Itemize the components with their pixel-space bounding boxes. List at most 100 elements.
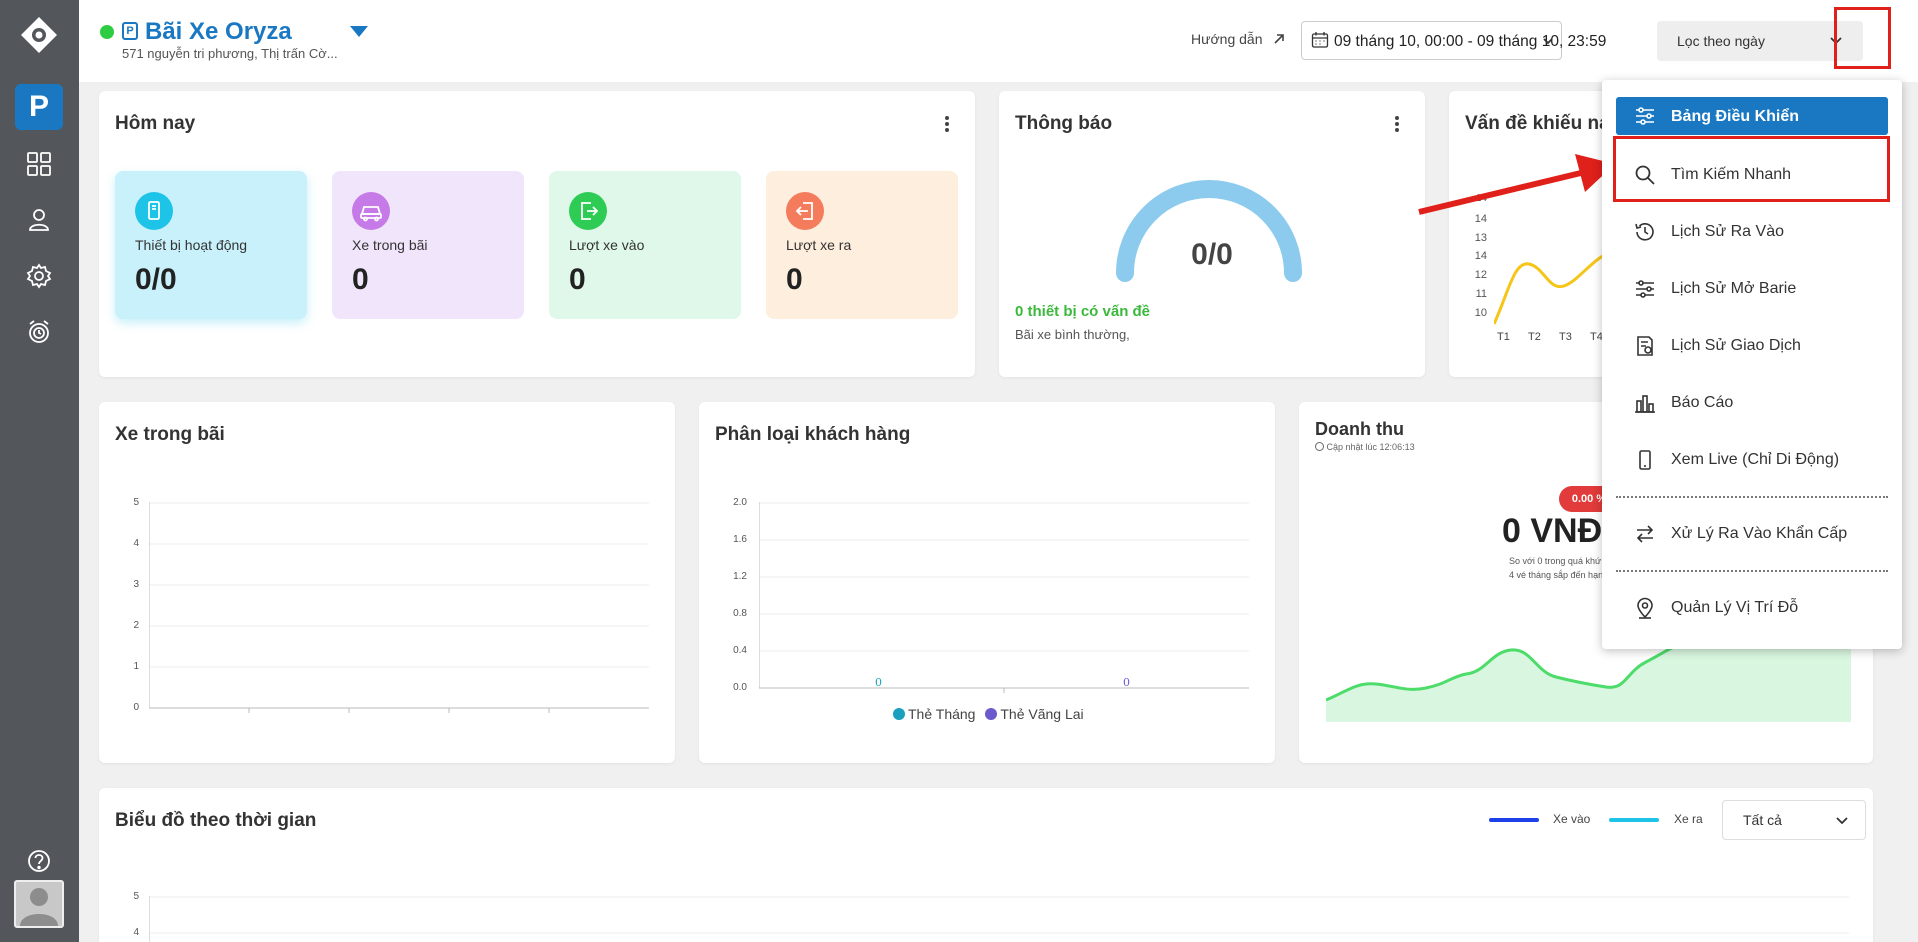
y-tick: 1 <box>133 661 139 672</box>
y-tick: 2.0 <box>733 497 747 508</box>
vehicles-card: Xe trong bãi 5 4 3 2 1 0 <box>99 402 675 763</box>
chevron-down-icon <box>1836 817 1848 825</box>
legend-out-line <box>1609 818 1659 822</box>
parking-badge-icon: P <box>122 22 138 40</box>
y-tick: 5 <box>133 497 139 508</box>
logo-icon[interactable] <box>19 15 59 55</box>
legend-in[interactable]: Xe vào <box>1553 812 1590 826</box>
clock-history-icon[interactable] <box>25 318 53 346</box>
legend-dot <box>893 708 905 720</box>
menu-item-transaction-history[interactable]: Lịch Sử Giao Dịch <box>1616 324 1888 366</box>
tile-exits: Lượt xe ra 0 <box>766 171 958 319</box>
y-tick: 4 <box>133 538 139 549</box>
legend-monthly[interactable]: Thẻ Tháng <box>908 706 975 722</box>
user-icon[interactable] <box>25 206 53 234</box>
tile-label: Xe trong bãi <box>352 237 428 253</box>
tile-devices: Thiết bị hoạt động 0/0 <box>115 171 307 319</box>
menu-item-label: Xử Lý Ra Vào Khẩn Cấp <box>1671 525 1848 542</box>
data-label-monthly: 0 <box>875 676 882 689</box>
customers-title: Phân loại khách hàng <box>715 424 911 445</box>
revenue-updated: Cập nhật lúc 12:06:13 <box>1315 442 1415 452</box>
history-icon <box>1635 223 1654 241</box>
tile-value: 0/0 <box>135 263 177 296</box>
sliders-icon <box>1636 280 1654 298</box>
timeline-title: Biểu đồ theo thời gian <box>115 810 317 831</box>
y-tick: 4 <box>133 927 139 938</box>
timeline-select-value: Tất cả <box>1743 812 1782 828</box>
menu-item-live-view[interactable]: Xem Live (Chỉ Di Động) <box>1616 438 1888 480</box>
help-icon[interactable] <box>25 847 53 875</box>
notify-more-icon[interactable] <box>1394 114 1400 134</box>
date-range-text: 09 tháng 10, 00:00 - 09 tháng 10, 23:59 <box>1334 33 1607 50</box>
y-tick: 14 <box>1474 250 1487 262</box>
swap-icon <box>1636 525 1654 543</box>
clock-icon <box>1315 442 1324 451</box>
x-tick: T4 <box>1590 331 1603 343</box>
tile-entries: Lượt xe vào 0 <box>549 171 741 319</box>
guide-link[interactable]: Hướng dẫn <box>1191 31 1262 47</box>
top-header: P Bãi Xe Oryza 571 nguyễn tri phương, Th… <box>79 0 1918 82</box>
menu-item-reports[interactable]: Báo Cáo <box>1616 381 1888 423</box>
external-arrow-icon[interactable] <box>1272 32 1286 46</box>
date-range-picker[interactable]: 09 tháng 10, 00:00 - 09 tháng 10, 23:59 <box>1301 21 1606 60</box>
grid-icon[interactable] <box>25 150 53 178</box>
menu-item-label: Lịch Sử Giao Dịch <box>1671 337 1801 354</box>
menu-separator <box>1616 570 1888 572</box>
location-pin-icon <box>1637 597 1653 619</box>
gear-icon[interactable] <box>25 262 53 290</box>
legend-dot <box>985 708 998 720</box>
menu-item-label: Lịch Sử Mở Barie <box>1671 280 1797 297</box>
menu-item-entry-history[interactable]: Lịch Sử Ra Vào <box>1616 210 1888 252</box>
timeline-chart-grid <box>149 896 1849 942</box>
y-tick: 2 <box>133 620 139 631</box>
y-tick: 10 <box>1474 307 1487 319</box>
avatar[interactable] <box>14 880 64 928</box>
y-tick: 11 <box>1475 288 1487 300</box>
y-tick: 0.0 <box>733 682 747 693</box>
legend-out[interactable]: Xe ra <box>1674 812 1703 826</box>
y-tick: 0.4 <box>733 645 747 656</box>
y-tick: 12 <box>1474 269 1487 281</box>
tile-value: 0 <box>786 263 803 296</box>
customers-card: Phân loại khách hàng 2.0 1.6 1.2 0.8 0.4… <box>699 402 1275 763</box>
menu-item-dashboard[interactable]: Bảng Điều Khiển <box>1616 97 1888 135</box>
menu-item-parking-spots[interactable]: Quản Lý Vị Trí Đỗ <box>1616 586 1888 628</box>
menu-item-emergency[interactable]: Xử Lý Ra Vào Khẩn Cấp <box>1616 512 1888 554</box>
menu-item-label: Bảng Điều Khiển <box>1671 108 1800 125</box>
lot-dropdown-caret-icon[interactable] <box>350 26 368 37</box>
x-tick: T2 <box>1528 331 1541 343</box>
menu-separator <box>1616 496 1888 498</box>
y-tick: 0.8 <box>733 608 747 619</box>
customers-legend: Thẻ Tháng Thẻ Vãng Lai <box>893 706 1084 722</box>
exit-icon <box>786 192 824 230</box>
status-dot <box>100 25 114 39</box>
legend-visitor[interactable]: Thẻ Vãng Lai <box>1000 706 1083 722</box>
menu-item-label: Xem Live (Chỉ Di Động) <box>1671 451 1840 468</box>
revenue-note-2: 4 vé tháng sắp đến hạn <box>1509 570 1604 580</box>
highlight-box-search <box>1613 136 1890 202</box>
tile-vehicles: Xe trong bãi 0 <box>332 171 524 319</box>
menu-item-barrier-history[interactable]: Lịch Sử Mở Barie <box>1616 267 1888 309</box>
x-tick: T3 <box>1559 331 1572 343</box>
lot-name[interactable]: Bãi Xe Oryza <box>145 18 292 46</box>
filter-select[interactable]: Lọc theo ngày <box>1657 21 1863 61</box>
legend-in-line <box>1489 818 1539 822</box>
menu-item-label: Lịch Sử Ra Vào <box>1671 223 1784 240</box>
chevron-down-icon <box>1543 38 1553 45</box>
tile-label: Thiết bị hoạt động <box>135 237 248 253</box>
mobile-icon <box>1639 450 1651 470</box>
today-more-icon[interactable] <box>944 114 950 134</box>
tile-label: Lượt xe ra <box>786 237 852 253</box>
today-title: Hôm nay <box>115 113 196 134</box>
issue-count: 0 thiết bị có vấn đề <box>1015 303 1151 320</box>
bar-chart-icon <box>1635 395 1655 413</box>
revenue-title: Doanh thu <box>1315 419 1404 439</box>
notify-title: Thông báo <box>1015 113 1113 134</box>
revenue-amount: 0 VNĐ <box>1502 512 1603 550</box>
tile-value: 0 <box>569 263 586 296</box>
timeline-select[interactable]: Tất cả <box>1722 800 1866 840</box>
receipt-icon <box>1637 336 1653 356</box>
sidebar-app-parking[interactable]: P <box>15 84 63 130</box>
sidebar: P <box>0 0 79 942</box>
x-tick: T1 <box>1497 331 1510 343</box>
